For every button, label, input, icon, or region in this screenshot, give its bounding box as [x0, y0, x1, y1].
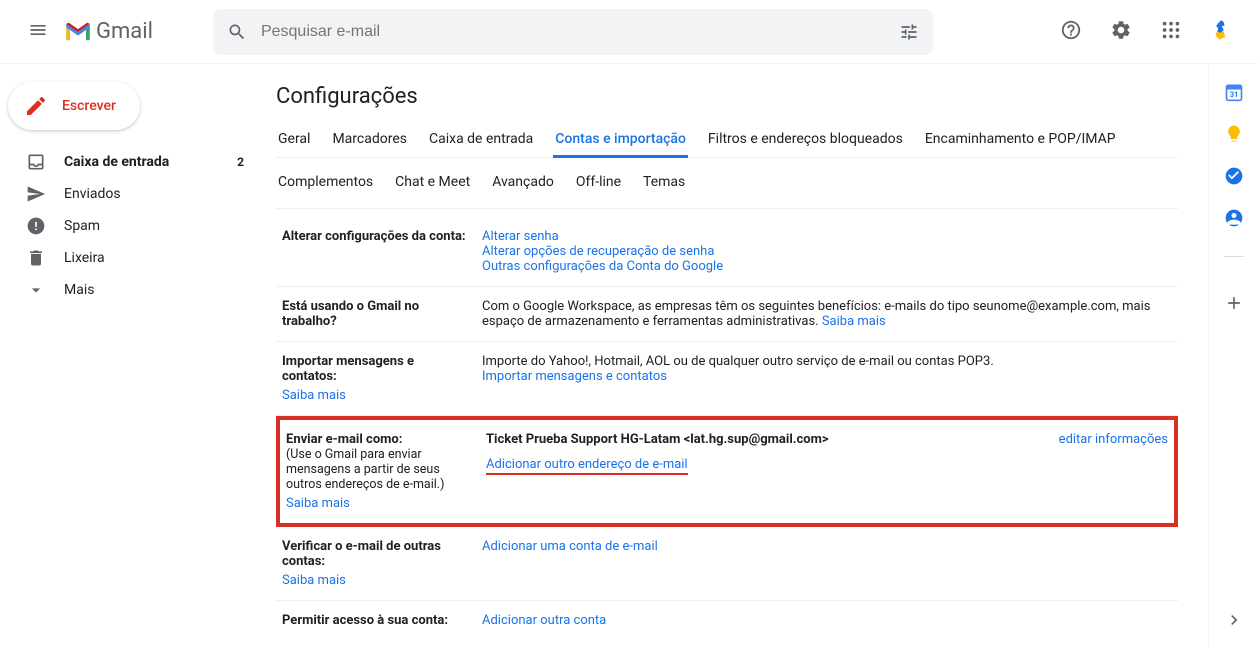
- link-sendas-saiba[interactable]: Saiba mais: [286, 496, 474, 511]
- inbox-count: 2: [237, 155, 244, 169]
- row-account-settings: Alterar configurações da conta: Alterar …: [276, 217, 1178, 287]
- row-check-label: Verificar o e-mail de outras contas:: [282, 539, 441, 569]
- tab-chat[interactable]: Chat e Meet: [393, 166, 472, 198]
- gmail-text: Gmail: [96, 19, 153, 44]
- calendar-icon[interactable]: 31: [1224, 82, 1244, 102]
- tab-inbox[interactable]: Caixa de entrada: [427, 123, 535, 157]
- main-content: Configurações Geral Marcadores Caixa de …: [256, 64, 1208, 646]
- link-add-email-account[interactable]: Adicionar uma conta de e-mail: [482, 539, 658, 554]
- nav-spam[interactable]: Spam: [0, 210, 256, 242]
- tab-forward[interactable]: Encaminhamento e POP/IMAP: [923, 123, 1118, 157]
- nav-inbox[interactable]: Caixa de entrada 2: [0, 146, 256, 178]
- search-input[interactable]: [261, 23, 899, 41]
- add-addon-icon[interactable]: [1224, 293, 1244, 313]
- header: Gmail: [0, 0, 1258, 64]
- link-check-saiba[interactable]: Saiba mais: [282, 573, 470, 588]
- nav-sent[interactable]: Enviados: [0, 178, 256, 210]
- tab-temas[interactable]: Temas: [641, 166, 687, 198]
- tab-offline[interactable]: Off-line: [574, 166, 623, 198]
- apps-icon[interactable]: [1150, 9, 1192, 55]
- search-bar[interactable]: [213, 9, 933, 55]
- link-workspace-saiba[interactable]: Saiba mais: [822, 314, 886, 329]
- page-title: Configurações: [276, 84, 1178, 109]
- link-edit-info[interactable]: editar informações: [1059, 432, 1168, 447]
- header-right: [1050, 9, 1242, 55]
- settings-tabs-row1: Geral Marcadores Caixa de entrada Contas…: [276, 123, 1178, 158]
- link-other-google-settings[interactable]: Outras configurações da Conta do Google: [482, 259, 723, 274]
- search-options-icon[interactable]: [899, 22, 919, 42]
- workspace-text: Com o Google Workspace, as empresas têm …: [482, 299, 1150, 329]
- nav-more[interactable]: Mais: [0, 274, 256, 306]
- tab-marcadores[interactable]: Marcadores: [330, 123, 409, 157]
- compose-button[interactable]: Escrever: [8, 82, 140, 130]
- row-sendas-label: Enviar e-mail como:: [286, 432, 402, 447]
- main-menu-icon[interactable]: [16, 8, 60, 56]
- tab-complementos[interactable]: Complementos: [276, 166, 375, 198]
- link-recovery-options[interactable]: Alterar opções de recuperação de senha: [482, 244, 714, 259]
- row-workspace-label: Está usando o Gmail no trabalho?: [282, 299, 482, 329]
- row-import: Importar mensagens e contatos: Saiba mai…: [276, 342, 1178, 416]
- link-add-another-email[interactable]: Adicionar outro endereço de e-mail: [486, 457, 688, 475]
- link-add-another-account[interactable]: Adicionar outra conta: [482, 613, 606, 628]
- link-import-messages[interactable]: Importar mensagens e contatos: [482, 369, 667, 384]
- contacts-icon[interactable]: [1224, 208, 1244, 228]
- settings-icon[interactable]: [1100, 9, 1142, 55]
- row-import-label: Importar mensagens e contatos:: [282, 354, 414, 384]
- link-import-saiba[interactable]: Saiba mais: [282, 388, 470, 403]
- settings-tabs-row2: Complementos Chat e Meet Avançado Off-li…: [276, 166, 1178, 209]
- keep-icon[interactable]: [1224, 124, 1244, 144]
- tasks-icon[interactable]: [1224, 166, 1244, 186]
- sidebar: Escrever Caixa de entrada 2 Enviados Spa…: [0, 64, 256, 646]
- compose-label: Escrever: [62, 98, 116, 114]
- side-panel: 31: [1208, 64, 1258, 646]
- svg-text:31: 31: [1229, 90, 1238, 99]
- hide-panel-icon[interactable]: [1224, 610, 1244, 630]
- link-change-password[interactable]: Alterar senha: [482, 229, 559, 244]
- tab-geral[interactable]: Geral: [276, 123, 312, 157]
- row-send-as-highlighted: Enviar e-mail como: (Use o Gmail para en…: [276, 416, 1178, 527]
- row-sendas-sub: (Use o Gmail para enviar mensagens a par…: [286, 447, 444, 492]
- account-avatar[interactable]: [1200, 9, 1242, 55]
- import-text: Importe do Yahoo!, Hotmail, AOL ou de qu…: [482, 354, 994, 369]
- tab-avancado[interactable]: Avançado: [490, 166, 556, 198]
- row-account-label: Alterar configurações da conta:: [282, 229, 482, 274]
- nav-trash[interactable]: Lixeira: [0, 242, 256, 274]
- row-workspace: Está usando o Gmail no trabalho? Com o G…: [276, 287, 1178, 342]
- row-check-other: Verificar o e-mail de outras contas: Sai…: [276, 527, 1178, 601]
- tab-filtros[interactable]: Filtros e endereços bloqueados: [706, 123, 905, 157]
- tab-contas[interactable]: Contas e importação: [553, 123, 688, 158]
- search-icon: [227, 22, 247, 42]
- sendas-account: Ticket Prueba Support HG-Latam <lat.hg.s…: [486, 432, 829, 447]
- gmail-logo[interactable]: Gmail: [64, 19, 153, 44]
- row-grant-label: Permitir acesso à sua conta:: [282, 613, 482, 628]
- help-icon[interactable]: [1050, 9, 1092, 55]
- row-grant-access: Permitir acesso à sua conta: Adicionar o…: [276, 601, 1178, 640]
